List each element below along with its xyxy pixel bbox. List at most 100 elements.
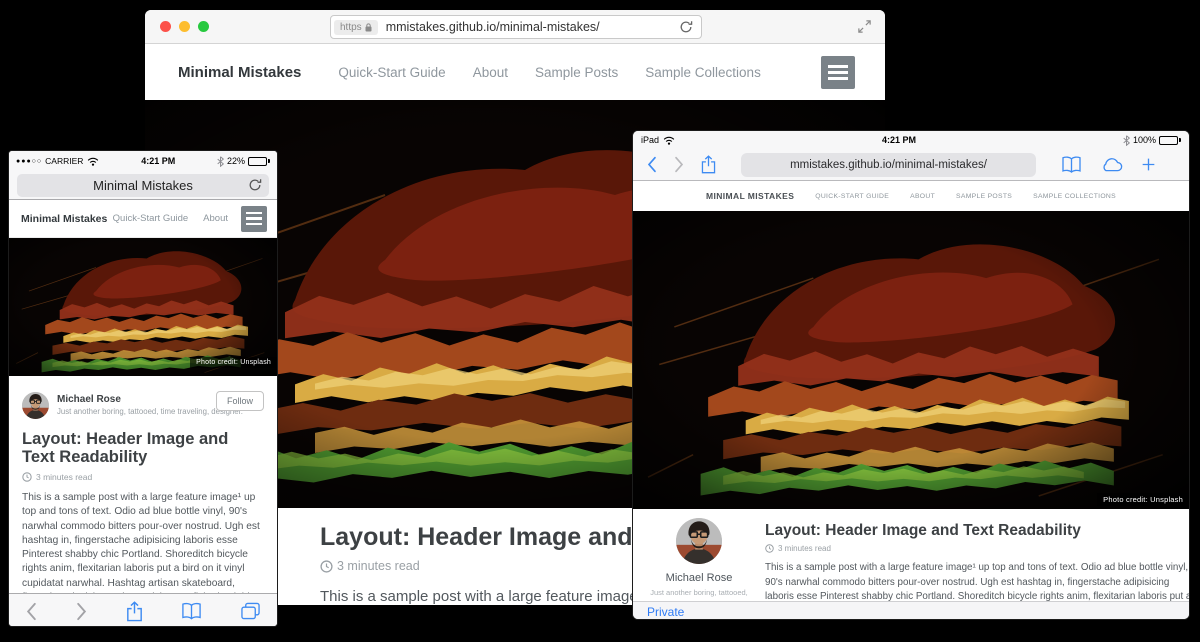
nav-link-sample-posts[interactable]: SAMPLE POSTS: [956, 193, 1012, 200]
ipad-frame: iPad 4:21 PM 100% mmistakes.github.io/mi…: [632, 130, 1190, 620]
avatar: [22, 392, 49, 419]
ipad-site-nav: MINIMAL MISTAKES QUICK-START GUIDE ABOUT…: [633, 181, 1189, 211]
leaves-photo: [9, 238, 277, 376]
nav-links: Quick-Start Guide About Sample Posts Sam…: [338, 65, 760, 80]
fullscreen-toggle-icon[interactable]: [857, 19, 872, 39]
iphone-site-nav: Minimal Mistakes Quick-Start Guide About: [9, 200, 277, 238]
read-time-label: 3 minutes read: [337, 559, 420, 573]
reload-icon[interactable]: [248, 178, 262, 195]
device-label: iPad: [641, 135, 659, 145]
article-title: Layout: Header Image and Text Readabilit…: [765, 522, 1189, 540]
battery-icon: [248, 157, 270, 166]
status-time: 4:21 PM: [675, 135, 1123, 145]
nav-link-sample-collections[interactable]: SAMPLE COLLECTIONS: [1033, 193, 1116, 200]
device-showcase: https mmistakes.github.io/minimal-mistak…: [0, 0, 1200, 642]
wifi-icon: [663, 136, 675, 145]
site-brand[interactable]: MINIMAL MISTAKES: [706, 191, 794, 201]
reload-icon[interactable]: [679, 20, 693, 34]
read-time: 3 minutes read: [765, 544, 1189, 553]
ipad-article: Michael Rose Just another boring, tattoo…: [633, 509, 1189, 601]
site-brand[interactable]: Minimal Mistakes: [178, 64, 301, 81]
menu-toggle-button[interactable]: [821, 56, 855, 89]
iphone-address-bar[interactable]: Minimal Mistakes: [17, 174, 269, 197]
battery-percent: 22%: [227, 156, 245, 166]
minimize-window-button[interactable]: [179, 21, 190, 32]
site-brand[interactable]: Minimal Mistakes: [21, 213, 107, 225]
nav-links: QUICK-START GUIDE ABOUT SAMPLE POSTS SAM…: [815, 193, 1116, 200]
status-time: 4:21 PM: [99, 156, 217, 166]
share-icon[interactable]: [126, 601, 143, 622]
author-bio: Just another boring, tattooed,: [633, 588, 765, 597]
forward-icon[interactable]: [76, 602, 87, 621]
desktop-browser-chrome: https mmistakes.github.io/minimal-mistak…: [145, 10, 885, 44]
ipad-status-bar: iPad 4:21 PM 100%: [633, 131, 1189, 149]
bluetooth-icon: [217, 156, 224, 167]
feature-image-ipad: Photo credit: Unsplash: [633, 211, 1189, 509]
iphone-status-bar: ●●●○○ CARRIER 4:21 PM 22%: [9, 151, 277, 171]
icloud-tabs-icon[interactable]: [1099, 157, 1124, 172]
forward-icon[interactable]: [674, 156, 684, 173]
author-bio: Just another boring, tattooed, time trav…: [57, 407, 243, 416]
tabs-icon[interactable]: [241, 602, 260, 620]
back-icon[interactable]: [26, 602, 37, 621]
read-time-label: 3 minutes read: [778, 544, 831, 553]
paragraph-1: This is a sample post with a large featu…: [22, 491, 264, 593]
photo-credit-badge: Photo credit: Unsplash: [190, 357, 277, 368]
article-body: This is a sample post with a large featu…: [765, 561, 1189, 601]
menu-toggle-button[interactable]: [241, 206, 267, 232]
nav-link-quick-start[interactable]: Quick-Start Guide: [338, 65, 445, 80]
read-time-label: 3 minutes read: [36, 472, 92, 482]
author-name: Michael Rose: [633, 572, 765, 584]
safari-bottom-toolbar: [9, 593, 277, 627]
avatar: [676, 518, 722, 564]
share-icon[interactable]: [701, 155, 716, 174]
bookmarks-icon[interactable]: [1061, 156, 1082, 173]
iphone-article: Michael Rose Just another boring, tattoo…: [9, 376, 277, 593]
safari-toolbar: mmistakes.github.io/minimal-mistakes/: [633, 149, 1189, 181]
url-text: mmistakes.github.io/minimal-mistakes/: [386, 20, 679, 34]
nav-links: Quick-Start Guide About: [113, 213, 228, 224]
author-bio-row: Michael Rose Just another boring, tattoo…: [22, 389, 264, 421]
private-button[interactable]: Private: [647, 605, 684, 619]
nav-link-about[interactable]: About: [203, 213, 228, 224]
private-browsing-bar: Private: [633, 601, 1189, 620]
leaves-photo: [633, 211, 1189, 509]
article-title: Layout: Header Image and Text Readabilit…: [22, 430, 264, 467]
iphone-frame: ●●●○○ CARRIER 4:21 PM 22% Minimal Mistak…: [8, 150, 278, 627]
bluetooth-icon: [1123, 135, 1130, 146]
nav-link-sample-posts[interactable]: Sample Posts: [535, 65, 618, 80]
nav-link-about[interactable]: ABOUT: [910, 193, 935, 200]
carrier-label: CARRIER: [45, 156, 83, 166]
page-title: Minimal Mistakes: [93, 178, 193, 193]
https-badge: https: [334, 20, 378, 35]
url-text: mmistakes.github.io/minimal-mistakes/: [790, 159, 987, 171]
back-icon[interactable]: [647, 156, 657, 173]
battery-icon: [1159, 136, 1181, 145]
iphone-url-row: Minimal Mistakes: [9, 171, 277, 200]
address-bar[interactable]: https mmistakes.github.io/minimal-mistak…: [330, 15, 702, 39]
new-tab-icon[interactable]: [1141, 157, 1156, 172]
window-controls: [160, 21, 209, 32]
nav-link-quick-start[interactable]: QUICK-START GUIDE: [815, 193, 889, 200]
author-sidebar: Michael Rose Just another boring, tattoo…: [633, 509, 765, 601]
photo-credit-badge: Photo credit: Unsplash: [1097, 493, 1189, 506]
follow-button[interactable]: Follow: [216, 391, 264, 411]
ipad-address-bar[interactable]: mmistakes.github.io/minimal-mistakes/: [741, 153, 1036, 177]
feature-image-iphone: Photo credit: Unsplash: [9, 238, 277, 376]
lock-icon: [365, 23, 372, 32]
clock-icon: [22, 472, 32, 482]
bookmarks-icon[interactable]: [181, 602, 202, 620]
nav-link-quick-start[interactable]: Quick-Start Guide: [113, 213, 189, 224]
nav-link-about[interactable]: About: [473, 65, 508, 80]
signal-dots-icon: ●●●○○: [16, 158, 42, 165]
read-time: 3 minutes read: [22, 472, 264, 482]
nav-link-sample-collections[interactable]: Sample Collections: [645, 65, 761, 80]
clock-icon: [765, 544, 774, 553]
https-label: https: [340, 22, 362, 33]
desktop-site-nav: Minimal Mistakes Quick-Start Guide About…: [145, 44, 885, 100]
wifi-icon: [87, 157, 99, 166]
zoom-window-button[interactable]: [198, 21, 209, 32]
article-body: This is a sample post with a large featu…: [22, 491, 264, 593]
battery-percent: 100%: [1133, 135, 1156, 145]
close-window-button[interactable]: [160, 21, 171, 32]
